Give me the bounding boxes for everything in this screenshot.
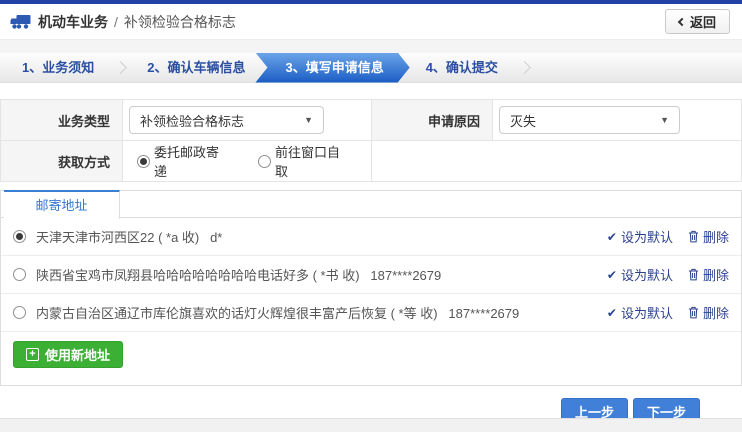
chevron-down-icon: ▼ [304,115,313,125]
address-actions: ✔ 设为默认 删除 [607,227,729,246]
step-label: 1、业务须知 [22,60,94,75]
check-icon: ✔ [607,268,617,282]
tab-label: 邮寄地址 [35,198,87,213]
step-1-notice[interactable]: 1、业务须知 [2,53,114,83]
obtain-method-cell: 委托邮政寄递 前往窗口自取 [123,141,372,182]
breadcrumb-section: 机动车业务 [38,12,108,32]
apply-reason-cell: 灭失 ▼ [493,100,742,141]
chevron-separator-icon [114,61,127,74]
tab-mailing-address[interactable]: 邮寄地址 [4,190,120,219]
step-3-application-info[interactable]: 3、填写申请信息 [255,53,409,83]
address-text: 天津天津市河西区22 ( *a 收) d* [36,227,222,246]
use-new-address-label: 使用新地址 [45,345,110,364]
address-row-1[interactable]: 天津天津市河西区22 ( *a 收) d* ✔ 设为默认 删除 [1,218,741,256]
radio-label: 前往窗口自取 [275,142,343,180]
set-default-label: 设为默认 [621,303,673,322]
page-header: 机动车业务 / 补领检验合格标志 返回 [0,4,742,40]
delete-link[interactable]: 删除 [688,227,729,246]
truck-icon [10,14,31,30]
set-default-label: 设为默认 [621,227,673,246]
step-label: 3、填写申请信息 [285,60,383,75]
step-4-confirm-submit[interactable]: 4、确认提交 [406,53,518,83]
chevron-left-icon [678,17,686,25]
set-default-link[interactable]: ✔ 设为默认 [607,265,673,284]
radio-window-pickup[interactable]: 前往窗口自取 [258,142,343,180]
check-icon: ✔ [607,306,617,320]
breadcrumb-separator: / [114,14,118,30]
apply-reason-select[interactable]: 灭失 ▼ [499,106,680,134]
application-form: 业务类型 补领检验合格标志 ▼ 申请原因 灭失 ▼ 获取方式 委托邮政寄递 前往… [0,99,742,182]
trash-icon [688,268,699,281]
apply-reason-value: 灭失 [510,111,536,130]
chevron-down-icon: ▼ [660,115,669,125]
radio-postal-delivery[interactable]: 委托邮政寄递 [137,142,222,180]
step-label: 4、确认提交 [426,60,498,75]
bottom-strip [0,418,742,432]
trash-icon [688,230,699,243]
radio-unchecked-icon[interactable] [13,268,26,281]
set-default-link[interactable]: ✔ 设为默认 [607,303,673,322]
check-icon: ✔ [607,230,617,244]
step-label: 2、确认车辆信息 [147,60,245,75]
delete-label: 删除 [703,227,729,246]
trash-icon [688,306,699,319]
business-type-value: 补领检验合格标志 [140,111,244,130]
steps-strip: 1、业务须知 2、确认车辆信息 3、填写申请信息 4、确认提交 [0,40,742,83]
address-row-2[interactable]: 陕西省宝鸡市凤翔县哈哈哈哈哈哈哈哈电话好多 ( *书 收) 187****267… [1,256,741,294]
new-address-row: + 使用新地址 [1,332,741,385]
address-actions: ✔ 设为默认 删除 [607,303,729,322]
steps-bar: 1、业务须知 2、确认车辆信息 3、填写申请信息 4、确认提交 [0,53,742,83]
delete-label: 删除 [703,265,729,284]
delete-label: 删除 [703,303,729,322]
business-type-select[interactable]: 补领检验合格标志 ▼ [129,106,324,134]
business-type-label: 业务类型 [1,100,123,141]
breadcrumb-page-title: 补领检验合格标志 [124,12,236,32]
plus-icon: + [26,348,39,361]
set-default-label: 设为默认 [621,265,673,284]
mailing-address-section: 邮寄地址 天津天津市河西区22 ( *a 收) d* ✔ 设为默认 删除 陕西省… [0,190,742,386]
address-row-3[interactable]: 内蒙古自治区通辽市库伦旗喜欢的话灯火辉煌很丰富产后恢复 ( *等 收) 187*… [1,294,741,332]
address-text: 陕西省宝鸡市凤翔县哈哈哈哈哈哈哈哈电话好多 ( *书 收) 187****267… [36,265,441,284]
radio-unchecked-icon[interactable] [13,306,26,319]
set-default-link[interactable]: ✔ 设为默认 [607,227,673,246]
back-button[interactable]: 返回 [665,9,730,34]
delete-link[interactable]: 删除 [688,303,729,322]
use-new-address-button[interactable]: + 使用新地址 [13,341,123,368]
business-type-cell: 补领检验合格标志 ▼ [123,100,372,141]
address-tab-row: 邮寄地址 [1,190,741,218]
radio-unchecked-icon [258,155,271,168]
empty-cell [372,141,742,182]
address-actions: ✔ 设为默认 删除 [607,265,729,284]
address-text: 内蒙古自治区通辽市库伦旗喜欢的话灯火辉煌很丰富产后恢复 ( *等 收) 187*… [36,303,519,322]
radio-checked-icon [137,155,150,168]
chevron-separator-icon [518,61,531,74]
back-button-label: 返回 [690,12,716,31]
obtain-method-label: 获取方式 [1,141,123,182]
step-2-vehicle-info[interactable]: 2、确认车辆信息 [127,53,265,83]
radio-label: 委托邮政寄递 [154,142,222,180]
apply-reason-label: 申请原因 [372,100,493,141]
radio-checked-icon[interactable] [13,230,26,243]
delete-link[interactable]: 删除 [688,265,729,284]
